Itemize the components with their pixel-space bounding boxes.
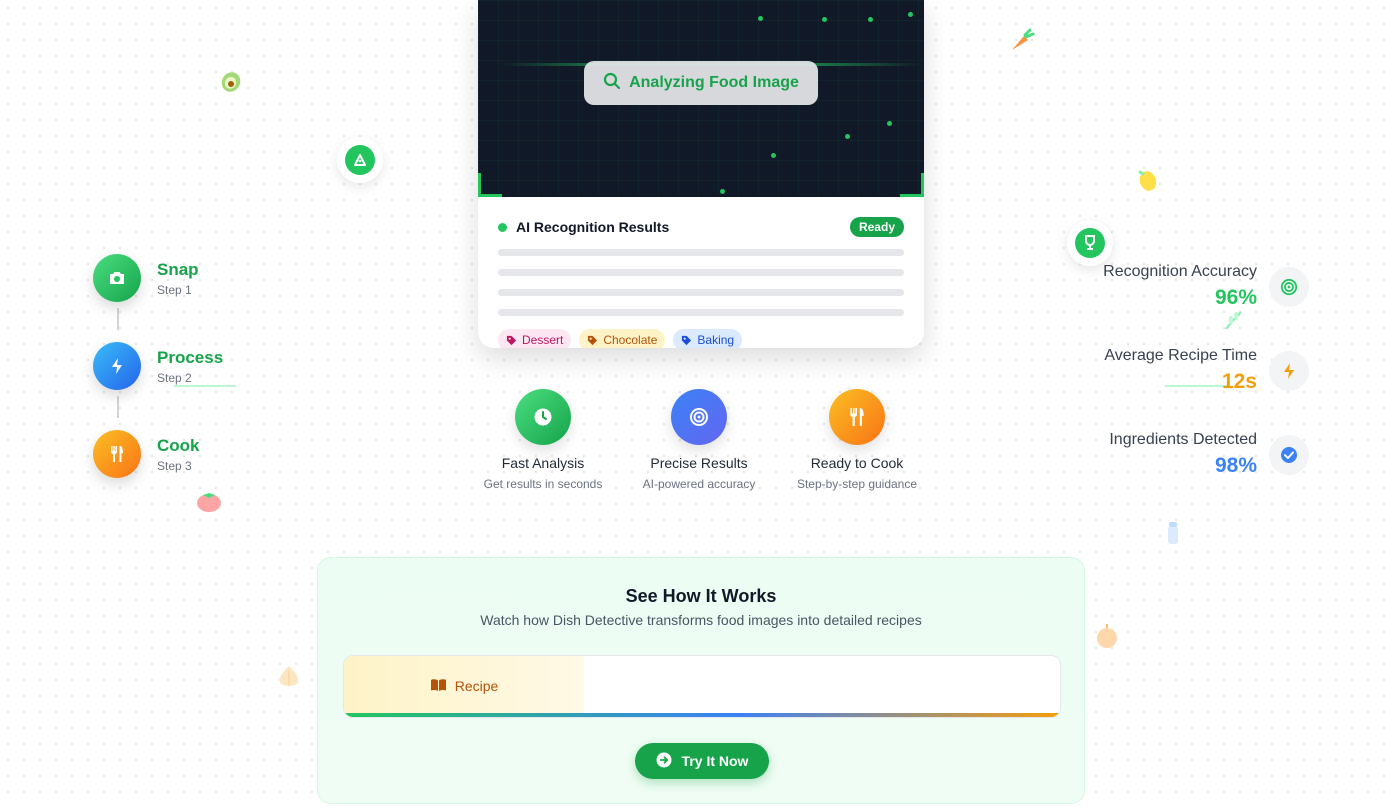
feature-precise-results: Precise Results AI-powered accuracy [624,389,774,491]
tag-label: Chocolate [603,333,658,347]
section-subtitle: Watch how Dish Detective transforms food… [480,612,922,628]
pizza-bubble [337,137,383,183]
status-badge: Ready [849,217,904,237]
how-it-works-section: See How It Works Watch how Dish Detectiv… [317,557,1085,804]
target-icon [1269,267,1309,307]
stat-recognition-accuracy: Recognition Accuracy 96% [1103,262,1309,312]
wine-glass-icon [1075,228,1105,258]
tag-chocolate[interactable]: Chocolate [579,329,666,348]
feature-title: Precise Results [650,455,748,471]
scan-point [822,17,827,22]
scan-viewport: Analyzing Food Image [478,0,924,197]
try-it-now-button[interactable]: Try It Now [635,743,769,779]
scan-point [908,12,913,17]
wine-bubble [1067,220,1113,266]
skeleton-line [498,249,904,256]
tab-recipe[interactable]: Recipe [344,656,584,716]
garlic-icon [275,662,303,690]
scan-point [720,189,725,194]
button-label: Try It Now [681,753,749,769]
scan-point [771,153,776,158]
book-icon [430,678,447,695]
tag-baking[interactable]: Baking [673,329,743,348]
stat-label: Ingredients Detected [1109,431,1257,448]
utensils-icon [829,389,885,445]
stat-ingredients-detected: Ingredients Detected 98% [1109,430,1309,480]
scan-point [845,134,850,139]
lemon-icon [1134,166,1160,194]
pizza-icon [345,145,375,175]
skeleton-line [498,309,904,316]
tag-icon [506,335,517,345]
salt-shaker-icon [1165,520,1181,546]
carrot-icon [1008,26,1036,54]
camera-icon [93,254,141,302]
scanner-card: Analyzing Food Image AI Recognition Resu… [478,0,924,348]
feature-ready-to-cook: Ready to Cook Step-by-step guidance [782,389,932,491]
stat-value: 96% [1214,286,1257,309]
step-sub: Step 1 [157,282,192,297]
step-connector [117,396,119,418]
tag-icon [588,335,598,345]
tag-dessert[interactable]: Dessert [498,329,572,348]
step-sub: Step 3 [157,458,192,473]
bolt-icon [93,342,141,390]
feature-sub: Step-by-step guidance [796,477,918,491]
analyzing-status: Analyzing Food Image [584,61,818,105]
step-label: Process [157,347,224,367]
demo-tabs: Recipe [343,655,1061,718]
step-sub: Step 2 [157,370,192,385]
step-snap[interactable]: Snap Step 1 [93,254,199,302]
stat-value: 12s [1221,370,1257,393]
recognition-results: AI Recognition Results Ready Dessert Cho… [478,197,924,348]
step-connector [117,308,119,330]
target-icon [671,389,727,445]
step-cook[interactable]: Cook Step 3 [93,430,200,478]
progress-bar [344,713,1060,717]
tomato-icon [195,488,223,514]
bolt-icon [1269,351,1309,391]
step-label: Cook [157,435,200,455]
feature-fast-analysis: Fast Analysis Get results in seconds [468,389,618,491]
arrow-right-icon [656,752,672,771]
skeleton-line [498,269,904,276]
skeleton-line [498,289,904,296]
scan-corner [900,173,924,197]
avocado-icon [218,68,244,94]
live-indicator [498,222,507,232]
stat-value: 98% [1214,454,1257,477]
check-circle-icon [1269,435,1309,475]
tag-label: Baking [697,333,735,347]
stat-label: Recognition Accuracy [1103,263,1257,280]
scan-corner [478,173,502,197]
feature-title: Ready to Cook [810,455,904,471]
stat-average-recipe-time: Average Recipe Time 12s [1104,346,1309,396]
feature-sub: AI-powered accuracy [642,477,756,491]
tab-label: Recipe [454,678,499,694]
tag-label: Dessert [522,333,564,347]
section-title: See How It Works [625,586,777,606]
utensils-icon [93,430,141,478]
search-icon [603,72,621,95]
results-title: AI Recognition Results [516,219,670,235]
step-process[interactable]: Process Step 2 [93,342,223,390]
scan-point [868,17,873,22]
clock-icon [515,389,571,445]
scan-point [887,121,892,126]
feature-sub: Get results in seconds [483,477,603,491]
step-label: Snap [157,259,199,279]
analyzing-label: Analyzing Food Image [629,74,799,91]
stat-label: Average Recipe Time [1104,347,1257,364]
scan-point [758,16,763,21]
onion-icon [1094,622,1120,650]
tag-icon [682,335,692,345]
feature-title: Fast Analysis [501,455,585,471]
